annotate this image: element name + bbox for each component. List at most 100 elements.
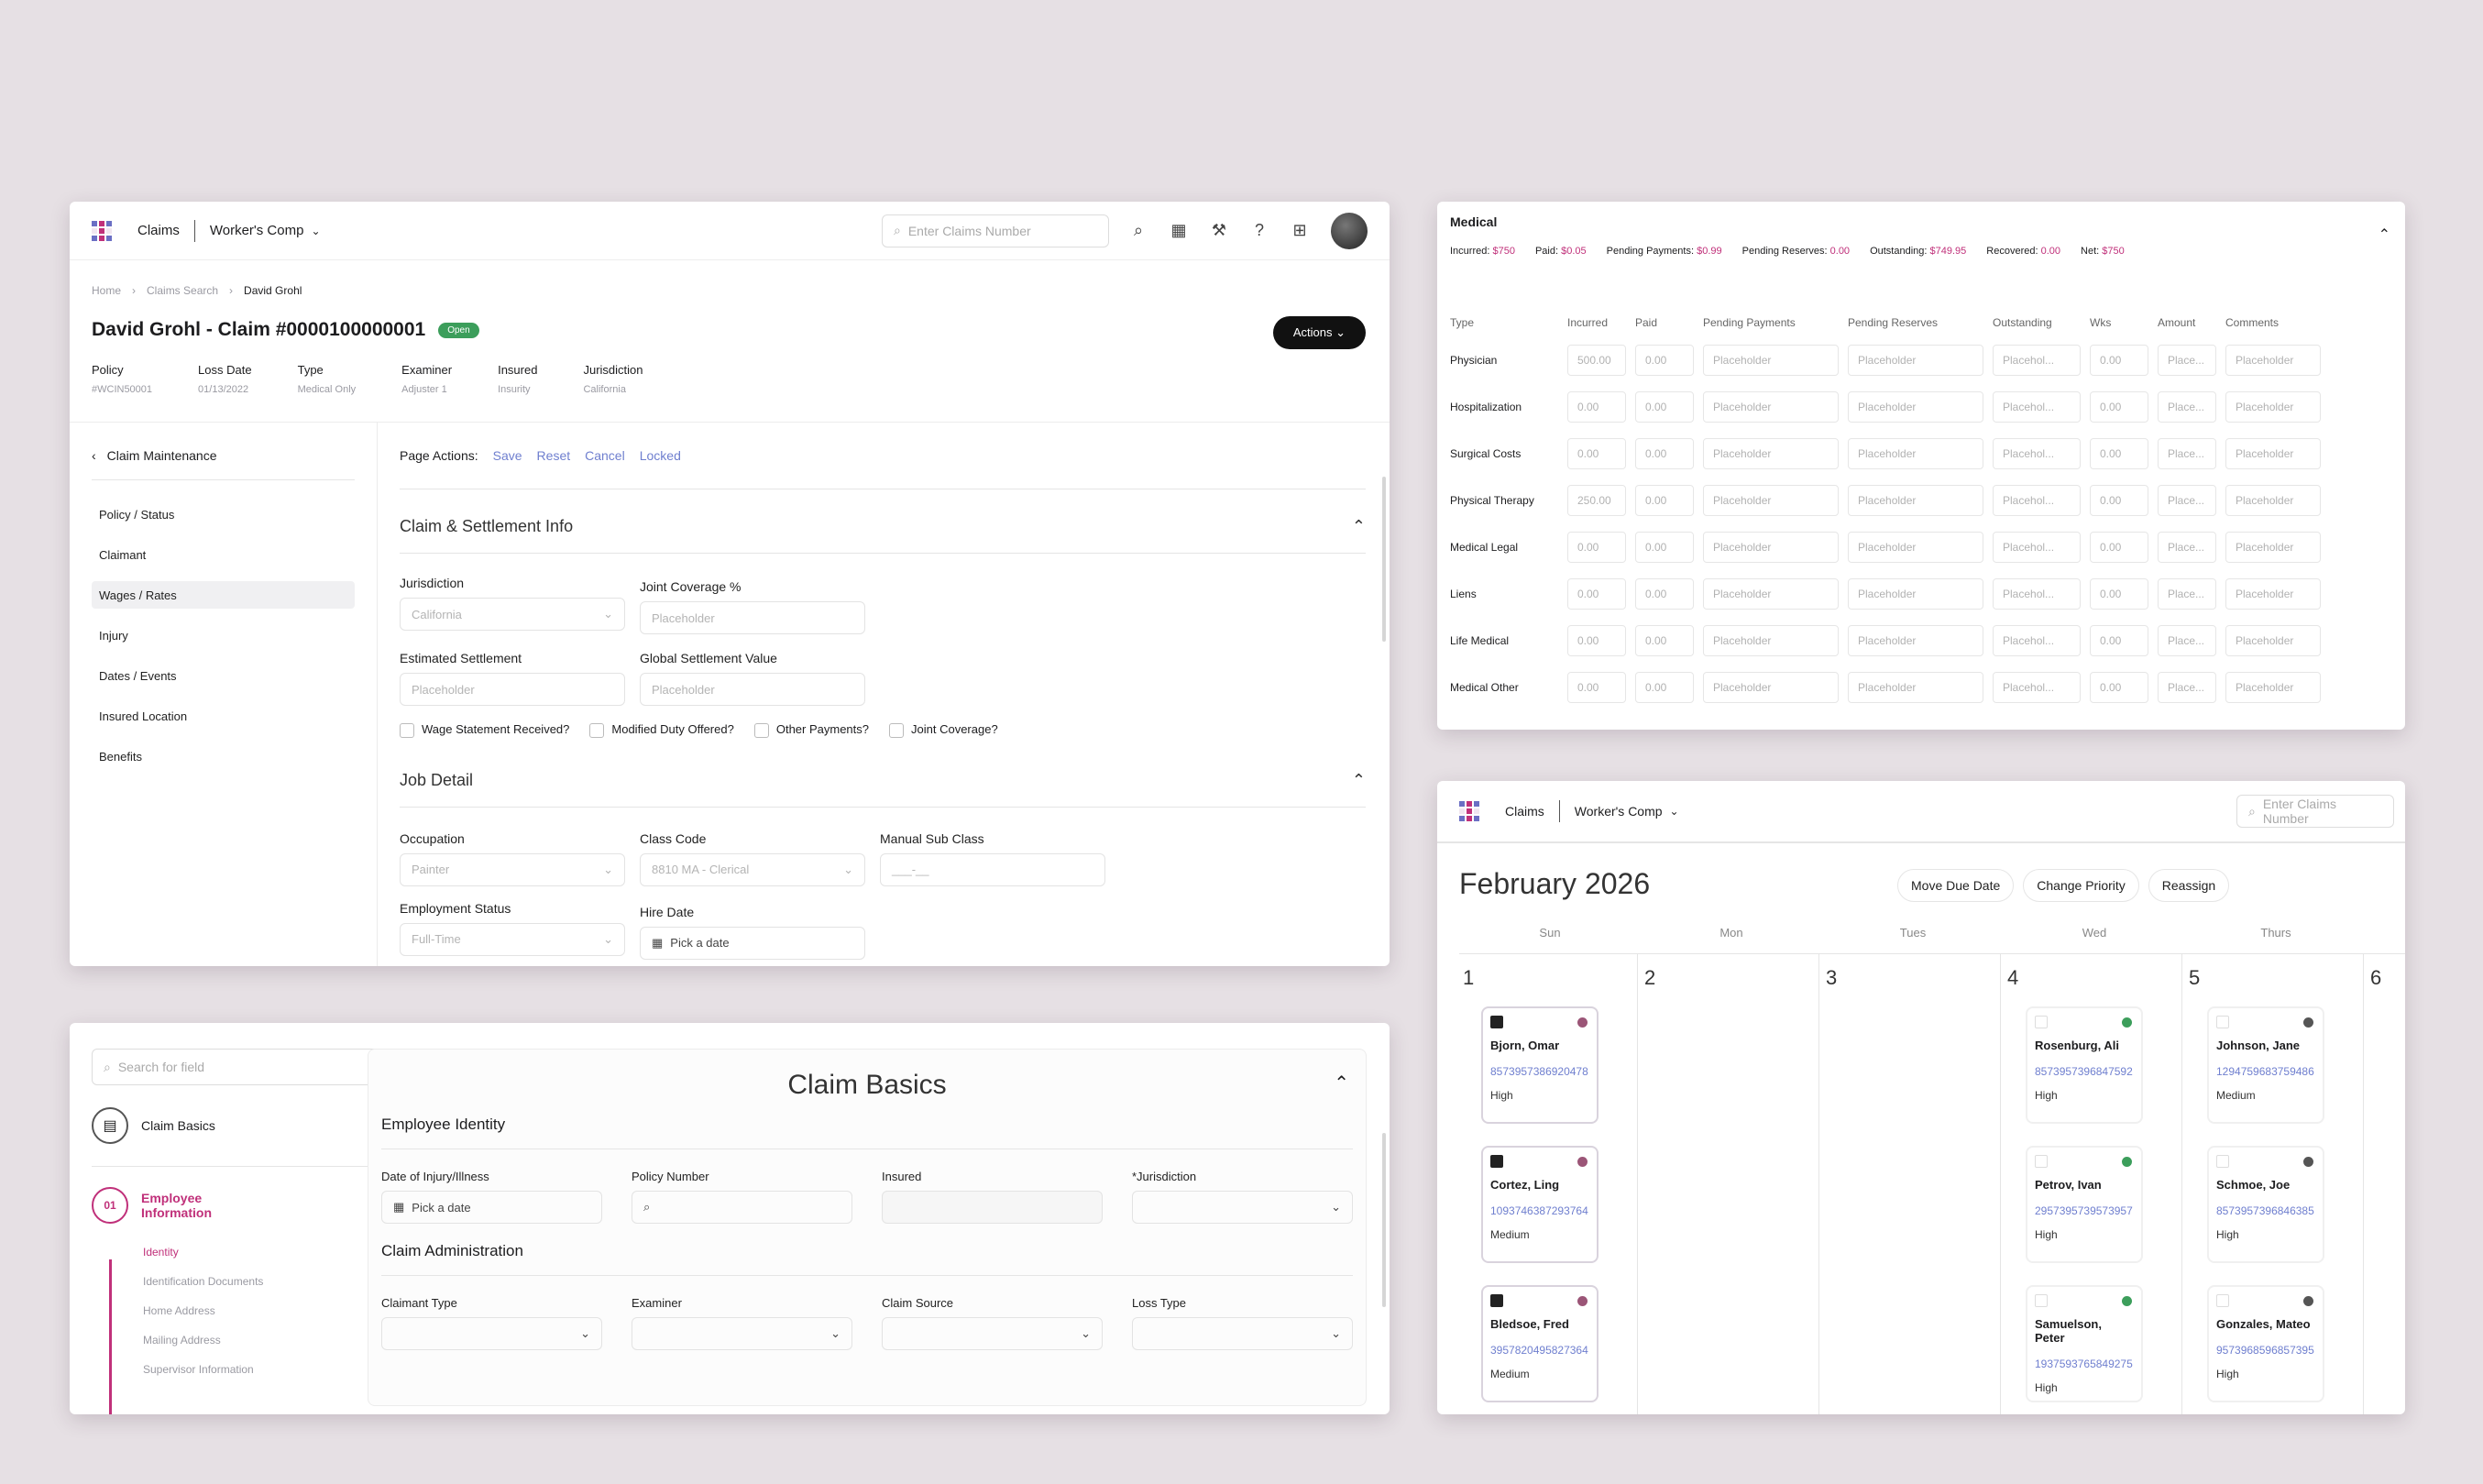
step-employee-information[interactable]: 01 Employee Information <box>92 1187 396 1224</box>
substep-item[interactable]: Identity <box>143 1246 396 1259</box>
employment-status-select[interactable]: Full-Time ⌄ <box>400 922 625 956</box>
incurred-input[interactable]: 250.00 <box>1567 485 1626 516</box>
pending-payments-input[interactable]: Placeholder <box>1703 672 1839 703</box>
outstanding-input[interactable]: Placehol... <box>1993 625 2081 656</box>
amount-input[interactable]: Place... <box>2158 672 2216 703</box>
date-number[interactable]: 3 <box>1826 966 1837 990</box>
reassign-button[interactable]: Reassign <box>2148 869 2230 902</box>
help-icon[interactable]: ? <box>1248 221 1270 240</box>
amount-input[interactable]: Place... <box>2158 345 2216 376</box>
incurred-input[interactable]: 0.00 <box>1567 578 1626 610</box>
claim-number-link[interactable]: 8573957396847592 <box>2035 1065 2134 1078</box>
claim-card[interactable]: Bledsoe, Fred 3957820495827364 Medium <box>1481 1285 1599 1402</box>
paid-input[interactable]: 0.00 <box>1635 345 1694 376</box>
pending-payments-input[interactable]: Placeholder <box>1703 438 1839 469</box>
jurisdiction-select[interactable]: California ⌄ <box>400 598 625 631</box>
pending-payments-input[interactable]: Placeholder <box>1703 485 1839 516</box>
scrollbar[interactable] <box>1382 477 1386 642</box>
date-number[interactable]: 6 <box>2370 966 2381 990</box>
sidebar-item[interactable]: Injury <box>92 621 355 649</box>
scrollbar[interactable] <box>1382 1133 1386 1307</box>
joint-coverage-input[interactable]: Placeholder <box>640 601 865 634</box>
claim-search-input[interactable]: ⌕ Enter Claims Number <box>882 214 1109 247</box>
incurred-input[interactable]: 0.00 <box>1567 625 1626 656</box>
pending-reserves-input[interactable]: Placeholder <box>1848 438 1983 469</box>
date-number[interactable]: 1 <box>1463 966 1474 990</box>
paid-input[interactable]: 0.00 <box>1635 672 1694 703</box>
claim-number-link[interactable]: 1294759683759486 <box>2216 1065 2315 1078</box>
paid-input[interactable]: 0.00 <box>1635 438 1694 469</box>
incurred-input[interactable]: 0.00 <box>1567 391 1626 423</box>
claim-card[interactable]: Cortez, Ling 1093746387293764 Medium <box>1481 1146 1599 1263</box>
incurred-input[interactable]: 500.00 <box>1567 345 1626 376</box>
outstanding-input[interactable]: Placehol... <box>1993 438 2081 469</box>
search-icon[interactable]: ⌕ <box>1127 221 1149 240</box>
apps-icon[interactable]: ⊞ <box>1289 221 1311 240</box>
module-dropdown[interactable]: Worker's Comp <box>210 223 304 238</box>
wks-input[interactable]: 0.00 <box>2090 391 2148 423</box>
breadcrumb-home[interactable]: Home <box>92 284 121 297</box>
card-checkbox[interactable] <box>2035 1294 2048 1307</box>
pending-reserves-input[interactable]: Placeholder <box>1848 391 1983 423</box>
amount-input[interactable]: Place... <box>2158 625 2216 656</box>
paid-input[interactable]: 0.00 <box>1635 485 1694 516</box>
claim-card[interactable]: Samuelson, Peter 1937593765849275 High <box>2026 1285 2143 1402</box>
field-search-input[interactable]: ⌕ Search for field <box>92 1049 396 1085</box>
chevron-up-icon[interactable]: ⌃ <box>1334 1072 1349 1094</box>
amount-input[interactable]: Place... <box>2158 578 2216 610</box>
comments-input[interactable]: Placeholder <box>2225 345 2321 376</box>
paid-input[interactable]: 0.00 <box>1635 532 1694 563</box>
sidebar-item[interactable]: Dates / Events <box>92 662 355 689</box>
class-code-select[interactable]: 8810 MA - Clerical ⌄ <box>640 852 865 886</box>
paid-input[interactable]: 0.00 <box>1635 578 1694 610</box>
wks-input[interactable]: 0.00 <box>2090 485 2148 516</box>
app-name[interactable]: Claims <box>137 223 180 238</box>
insured-input[interactable] <box>882 1191 1103 1224</box>
claim-number-link[interactable]: 1937593765849275 <box>2035 1358 2134 1370</box>
wks-input[interactable]: 0.00 <box>2090 438 2148 469</box>
comments-input[interactable]: Placeholder <box>2225 532 2321 563</box>
comments-input[interactable]: Placeholder <box>2225 625 2321 656</box>
step-claim-basics[interactable]: ▤ Claim Basics <box>92 1107 396 1167</box>
claim-number-link[interactable]: 3957820495827364 <box>1490 1344 1589 1357</box>
incurred-input[interactable]: 0.00 <box>1567 532 1626 563</box>
avatar[interactable] <box>1331 212 1368 249</box>
sidebar-item[interactable]: Insured Location <box>92 702 355 730</box>
pending-reserves-input[interactable]: Placeholder <box>1848 578 1983 610</box>
pending-payments-input[interactable]: Placeholder <box>1703 625 1839 656</box>
substep-item[interactable]: Mailing Address <box>143 1334 396 1347</box>
incurred-input[interactable]: 0.00 <box>1567 438 1626 469</box>
comments-input[interactable]: Placeholder <box>2225 438 2321 469</box>
actions-button[interactable]: Actions ⌄ <box>1272 316 1366 349</box>
paid-input[interactable]: 0.00 <box>1635 625 1694 656</box>
hire-date-picker[interactable]: ▦ Pick a date <box>640 926 865 960</box>
card-checkbox[interactable] <box>1490 1016 1503 1028</box>
date-number[interactable]: 5 <box>2189 966 2200 990</box>
chevron-up-icon[interactable]: ⌃ <box>1352 517 1366 536</box>
jurisdiction-select[interactable]: ⌄ <box>1132 1191 1353 1224</box>
estimated-settlement-input[interactable]: Placeholder <box>400 673 625 706</box>
substep-item[interactable]: Supervisor Information <box>143 1363 396 1376</box>
claim-number-link[interactable]: 8573957386920478 <box>1490 1065 1589 1078</box>
claim-number-link[interactable]: 1093746387293764 <box>1490 1204 1589 1217</box>
loss-type-select[interactable]: ⌄ <box>1132 1317 1353 1350</box>
claim-maintenance-back[interactable]: ‹ Claim Maintenance <box>92 448 355 480</box>
claim-source-select[interactable]: ⌄ <box>882 1317 1103 1350</box>
wks-input[interactable]: 0.00 <box>2090 578 2148 610</box>
claim-number-link[interactable]: 9573968596857395 <box>2216 1344 2315 1357</box>
wage-statement-checkbox[interactable]: Wage Statement Received? <box>400 722 569 738</box>
save-button[interactable]: Save <box>493 448 522 463</box>
sidebar-item[interactable]: Claimant <box>92 541 355 568</box>
claim-card[interactable]: Gonzales, Mateo 9573968596857395 High <box>2207 1285 2324 1402</box>
policy-number-input[interactable]: ⌕ <box>632 1191 852 1224</box>
comments-input[interactable]: Placeholder <box>2225 672 2321 703</box>
amount-input[interactable]: Place... <box>2158 391 2216 423</box>
card-checkbox[interactable] <box>2216 1155 2229 1168</box>
reset-button[interactable]: Reset <box>537 448 571 463</box>
outstanding-input[interactable]: Placehol... <box>1993 391 2081 423</box>
pending-payments-input[interactable]: Placeholder <box>1703 578 1839 610</box>
outstanding-input[interactable]: Placehol... <box>1993 672 2081 703</box>
calendar-icon[interactable]: ▦ <box>1168 221 1190 240</box>
claim-search-input[interactable]: ⌕ Enter Claims Number <box>2236 795 2394 828</box>
claim-card[interactable]: Bjorn, Omar 8573957386920478 High <box>1481 1006 1599 1124</box>
